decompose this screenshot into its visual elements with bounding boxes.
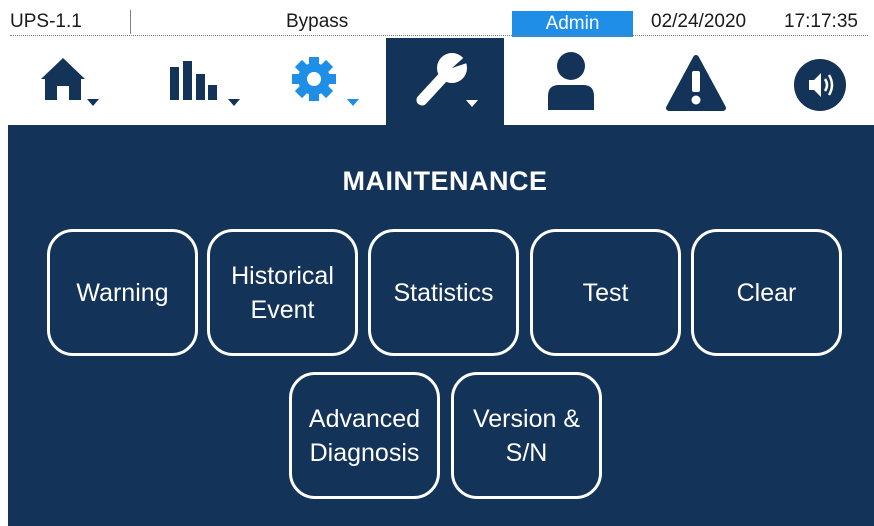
button-label-line-1: Advanced bbox=[308, 404, 421, 433]
gear-icon bbox=[292, 57, 359, 106]
button-label-line-1: Version & bbox=[472, 404, 580, 433]
status-bar-divider bbox=[10, 35, 868, 36]
ups-mode-status: Bypass bbox=[286, 11, 349, 32]
chevron-down-icon bbox=[466, 100, 478, 107]
historical-event-button[interactable]: Historical Event bbox=[207, 229, 358, 356]
button-label: Statistics bbox=[393, 278, 494, 307]
page-title: MAINTENANCE bbox=[342, 166, 548, 196]
user-icon bbox=[548, 52, 594, 110]
home-icon bbox=[41, 58, 99, 106]
chevron-down-icon bbox=[347, 99, 359, 106]
tab-settings[interactable] bbox=[267, 38, 385, 125]
date-display: 02/24/2020 bbox=[651, 11, 747, 32]
speaker-icon bbox=[794, 59, 846, 111]
tab-maintenance[interactable] bbox=[386, 38, 504, 125]
tab-alarms[interactable] bbox=[636, 38, 754, 125]
test-button[interactable]: Test bbox=[530, 229, 681, 356]
status-bar: UPS-1.1 Bypass Admin 02/24/2020 17:17:35 bbox=[0, 0, 874, 38]
bar-chart-icon bbox=[170, 61, 240, 106]
device-id: UPS-1.1 bbox=[10, 11, 82, 32]
tab-buzzer[interactable] bbox=[756, 38, 874, 125]
version-sn-button[interactable]: Version & S/N bbox=[451, 372, 602, 499]
button-label: Test bbox=[582, 278, 629, 307]
tab-measurements[interactable] bbox=[148, 38, 266, 125]
button-label: Warning bbox=[76, 278, 169, 307]
statistics-button[interactable]: Statistics bbox=[368, 229, 519, 356]
user-level-badge[interactable]: Admin bbox=[512, 11, 633, 37]
time-display: 17:17:35 bbox=[784, 11, 858, 32]
button-label-line-1: Historical bbox=[231, 261, 334, 290]
tab-user[interactable] bbox=[508, 38, 626, 125]
advanced-diagnosis-button[interactable]: Advanced Diagnosis bbox=[289, 372, 440, 499]
chevron-down-icon bbox=[87, 99, 99, 106]
clear-button[interactable]: Clear bbox=[691, 229, 842, 356]
button-label-line-2: Event bbox=[250, 295, 315, 324]
button-label: Clear bbox=[736, 278, 797, 307]
button-label-line-2: Diagnosis bbox=[309, 438, 420, 467]
warning-button[interactable]: Warning bbox=[47, 229, 198, 356]
tab-home[interactable] bbox=[29, 38, 147, 125]
warning-icon bbox=[666, 55, 726, 111]
chevron-down-icon bbox=[228, 99, 240, 106]
wrench-icon bbox=[416, 52, 478, 107]
status-divider bbox=[130, 10, 131, 34]
button-label-line-2: S/N bbox=[505, 438, 548, 467]
